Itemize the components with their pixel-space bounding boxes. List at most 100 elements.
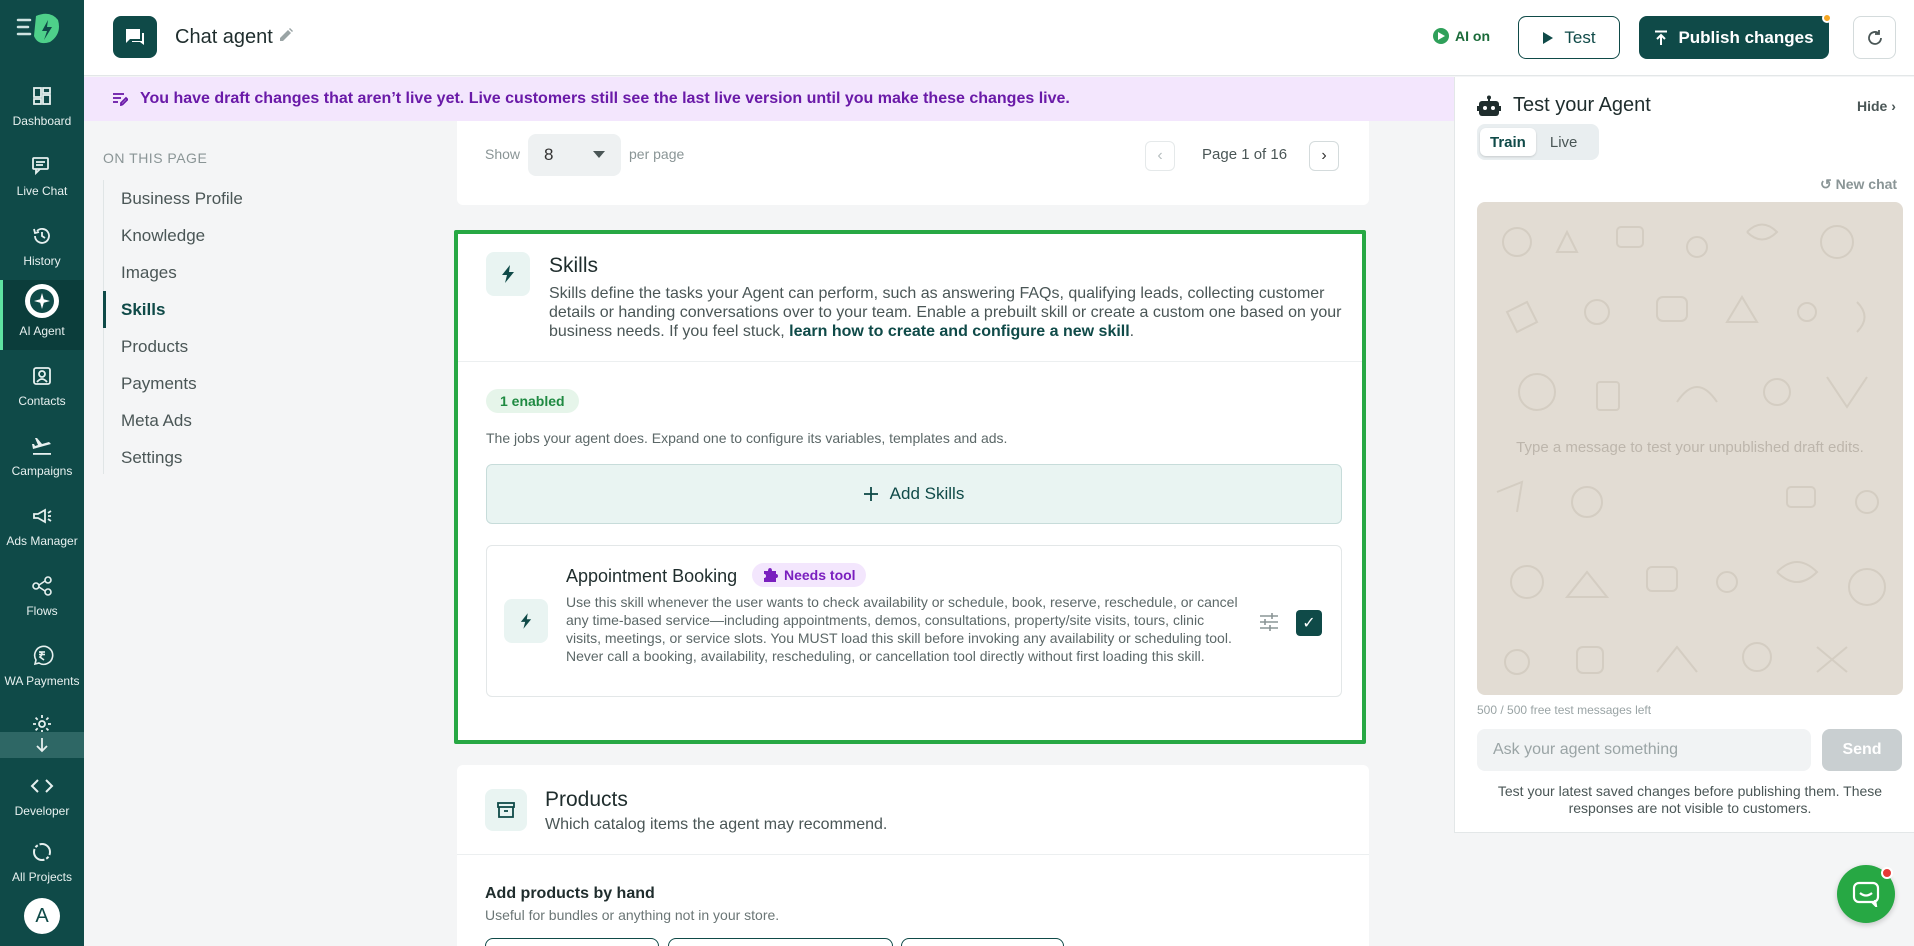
rail-item-contacts[interactable]: Contacts: [0, 356, 84, 422]
product-action-button[interactable]: [485, 938, 659, 946]
prev-page-button[interactable]: ‹: [1145, 141, 1175, 171]
skills-subtitle: The jobs your agent does. Expand one to …: [486, 430, 1008, 446]
help-chat-button[interactable]: [1837, 865, 1895, 923]
puzzle-icon: [764, 568, 778, 582]
skills-header: Skills Skills define the tasks your Agen…: [458, 234, 1362, 362]
skill-enabled-checkbox[interactable]: ✓: [1296, 610, 1322, 636]
nav-item-products[interactable]: Products: [104, 328, 403, 365]
rail-label: Contacts: [18, 394, 66, 408]
rail-item-live-chat[interactable]: Live Chat: [0, 146, 84, 212]
refresh-icon: [1867, 29, 1882, 45]
publish-button-label: Publish changes: [1678, 27, 1814, 47]
tab-train[interactable]: Train: [1480, 128, 1536, 156]
rail-item-ads-manager[interactable]: Ads Manager: [0, 496, 84, 562]
skill-description: Use this skill whenever the user wants t…: [566, 594, 1238, 664]
history-icon: [30, 224, 54, 248]
add-by-hand-desc: Useful for bundles or anything not in yo…: [485, 907, 780, 923]
skills-section: Skills Skills define the tasks your Agen…: [454, 230, 1366, 744]
skills-description: Skills define the tasks your Agent can p…: [549, 284, 1349, 341]
show-label: Show: [485, 146, 521, 162]
draft-banner-text: You have draft changes that aren’t live …: [140, 90, 1070, 107]
nav-item-images[interactable]: Images: [104, 254, 403, 291]
add-skills-label: Add Skills: [889, 484, 965, 503]
products-section: Products Which catalog items the agent m…: [457, 765, 1369, 946]
skills-desc-end: .: [1129, 323, 1135, 340]
rail-item-dashboard[interactable]: Dashboard: [0, 76, 84, 142]
chat-window: Type a message to test your unpublished …: [1477, 202, 1903, 695]
left-rail: Dashboard Live Chat History AI Agent Con…: [0, 0, 84, 946]
unpublished-dot: [1822, 13, 1832, 23]
test-agent-panel: Test your Agent Hide › Train Live ↺ New …: [1454, 77, 1914, 833]
add-by-hand-title: Add products by hand: [485, 885, 655, 902]
rail-label: Dashboard: [12, 114, 72, 128]
refresh-button[interactable]: [1853, 16, 1896, 59]
nav-item-meta-ads[interactable]: Meta Ads: [104, 402, 403, 439]
rail-label: WA Payments: [4, 674, 80, 688]
rail-label: Live Chat: [16, 184, 68, 198]
nav-item-payments[interactable]: Payments: [104, 365, 403, 402]
rail-item-all-projects[interactable]: All Projects: [0, 832, 84, 898]
draft-edit-icon: [113, 93, 128, 106]
rupee-icon: [30, 644, 54, 668]
test-button-label: Test: [1564, 27, 1596, 47]
rail-item-campaigns[interactable]: Campaigns: [0, 426, 84, 492]
help-chat-icon: [1852, 881, 1880, 907]
next-page-button[interactable]: ›: [1309, 141, 1339, 171]
per-page-select[interactable]: 8: [528, 134, 621, 176]
test-button[interactable]: Test: [1518, 16, 1620, 59]
on-this-page-label: ON THIS PAGE: [103, 150, 208, 166]
play-icon: [1543, 31, 1554, 44]
plus-icon: [863, 487, 878, 501]
edit-pencil-icon[interactable]: [278, 27, 294, 46]
hide-panel-button[interactable]: Hide ›: [1857, 98, 1896, 114]
rail-label: History: [23, 254, 61, 268]
nav-item-skills[interactable]: Skills: [103, 291, 403, 328]
product-action-button[interactable]: [668, 938, 893, 946]
tune-settings-icon[interactable]: [1259, 613, 1279, 634]
rail-label: Flows: [26, 604, 58, 618]
lightning-icon: [486, 252, 530, 296]
nav-item-settings[interactable]: Settings: [104, 439, 403, 476]
mode-tabs: Train Live: [1477, 124, 1599, 160]
play-status-icon: [1433, 28, 1449, 44]
page-title: Chat agent: [175, 26, 273, 48]
per-page-label: per page: [629, 146, 685, 162]
nav-item-knowledge[interactable]: Knowledge: [104, 217, 403, 254]
enabled-count-badge: 1 enabled: [486, 389, 579, 413]
send-button[interactable]: Send: [1822, 729, 1902, 771]
nav-item-business-profile[interactable]: Business Profile: [104, 180, 403, 217]
on-this-page-nav: Business Profile Knowledge Images Skills…: [103, 180, 403, 474]
tab-live[interactable]: Live: [1540, 128, 1588, 156]
avatar[interactable]: A: [24, 898, 60, 934]
publish-button[interactable]: Publish changes: [1639, 13, 1832, 59]
rail-item-flows[interactable]: Flows: [0, 566, 84, 632]
archive-box-icon: [485, 789, 527, 831]
per-page-value: 8: [544, 145, 554, 164]
message-quota: 500 / 500 free test messages left: [1477, 703, 1652, 717]
products-title: Products: [545, 788, 628, 811]
test-panel-title: Test your Agent: [1513, 94, 1651, 116]
ai-sparkle-icon: [25, 284, 59, 318]
learn-skill-link[interactable]: learn how to create and configure a new …: [789, 323, 1130, 340]
ai-status-label: AI on: [1455, 28, 1490, 44]
rail-item-history[interactable]: History: [0, 216, 84, 282]
upload-icon: [1655, 30, 1668, 45]
chat-icon: [30, 154, 54, 178]
notification-dot: [1881, 867, 1893, 879]
projects-icon: [30, 840, 54, 864]
robot-icon: [1477, 95, 1501, 120]
rail-item-ai-agent[interactable]: AI Agent: [0, 280, 84, 350]
new-chat-button[interactable]: ↺ New chat: [1820, 176, 1897, 193]
ask-agent-input[interactable]: [1477, 729, 1811, 771]
product-action-button[interactable]: [901, 938, 1064, 946]
products-description: Which catalog items the agent may recomm…: [545, 816, 888, 833]
app-logo-icon[interactable]: [16, 12, 66, 46]
collapse-arrow-icon[interactable]: [0, 732, 84, 758]
skill-name: Appointment Booking: [566, 566, 738, 586]
rail-item-developer[interactable]: Developer: [0, 766, 84, 832]
rail-item-wa-payments[interactable]: WA Payments: [0, 636, 84, 702]
skill-item-appointment-booking[interactable]: Appointment Booking Needs tool Use this …: [486, 545, 1342, 697]
add-skills-button[interactable]: Add Skills: [486, 464, 1342, 524]
plane-icon: [30, 434, 54, 458]
dashboard-icon: [30, 84, 54, 108]
